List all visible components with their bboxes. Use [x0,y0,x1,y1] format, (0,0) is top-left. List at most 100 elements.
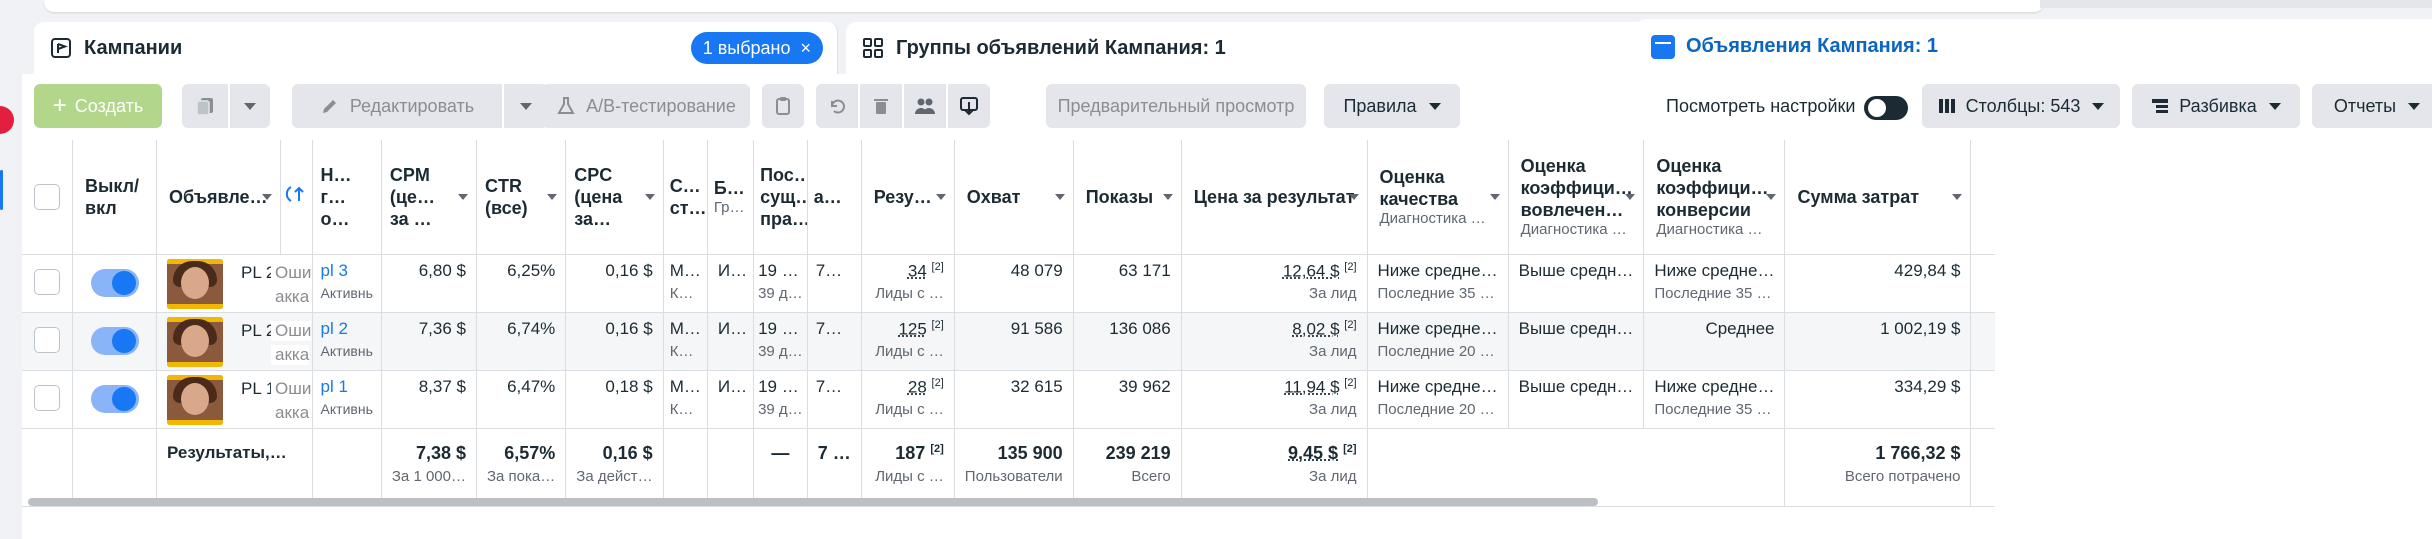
col-onoff[interactable]: Выкл/ вкл [72,140,157,255]
sort-icon[interactable] [285,183,307,205]
row-ad-cell[interactable]: PL 2 Оши акка [156,312,313,371]
ad-thumbnail[interactable] [167,374,223,425]
col-results[interactable]: Резу… [861,140,955,255]
row-cost: 11,94 $ [2] За лид [1181,370,1368,429]
row-last-value: 19 … [758,376,799,396]
row-results: 28 [2] Лиды с … [861,370,955,429]
col-cpc[interactable]: CPC (цена за… [565,140,664,255]
tab-ads-label: Объявления Кампания: 1 [1686,35,1939,57]
col-conversion-label: Оценка коэффици… конверсии [1656,155,1769,220]
row-ad-cell[interactable]: PL 1 Оши акка [156,370,313,429]
col-quality[interactable]: Оценка качества Диагностика … [1367,140,1509,255]
row-ad-cell[interactable]: PL 2 Оши акка [156,254,313,313]
view-settings-label: Посмотреть настройки [1666,96,1856,116]
row-quality: Ниже средне… Последние 20 … [1367,312,1509,371]
breakdown-button[interactable]: Разбивка [2132,84,2300,128]
footnote-marker[interactable]: [2] [1344,261,1356,273]
col-cpm[interactable]: CPM (це… за … [381,140,477,255]
results-value[interactable]: 125 [898,319,926,338]
col-quality-label: Оценка качества [1379,166,1458,209]
col-impressions[interactable]: Показы [1073,140,1182,255]
footnote-marker[interactable]: [2] [930,443,943,455]
cost-value[interactable]: 11,94 $ [1284,377,1339,396]
reports-button[interactable]: Отчеты [2312,84,2432,128]
cost-value[interactable]: 8,02 $ [1292,319,1339,338]
abtest-button[interactable]: A/B-тестирование [542,84,750,128]
toggle-knob [1868,99,1886,117]
col-conversion-sub: Диагностика … [1656,220,1763,238]
rules-button[interactable]: Правила [1324,84,1460,128]
footnote-marker[interactable]: [2] [1344,377,1356,389]
audience-button[interactable] [904,84,946,128]
ad-toggle[interactable] [90,384,139,413]
results-value[interactable]: 28 [908,377,927,396]
col-ad[interactable]: Объявле… [156,140,281,255]
toggle-knob [111,270,136,295]
col-last[interactable]: Пос… сущ… пра… [753,140,808,255]
totals-ctr: 6,57% За пока… [476,428,567,507]
row-impressions: 63 171 [1073,254,1182,313]
totals-cpc: 0,16 $ За дейст… [565,428,664,507]
chevron-down-icon [1489,193,1500,200]
col-adset-name[interactable]: Н… г… о… [312,140,382,255]
duplicate-button[interactable] [182,84,228,128]
create-button[interactable]: + Создать [34,84,162,128]
export-button[interactable] [948,84,990,128]
table-row[interactable]: PL 1 Оши акка pl 1 Активнь 8,37 $ 6,47% 0… [22,370,1996,429]
tab-adsets[interactable]: Группы объявлений Кампания: 1 [846,22,1652,74]
horizontal-scrollbar[interactable] [28,498,1598,506]
undo-button[interactable] [816,84,858,128]
ad-toggle[interactable] [90,268,139,297]
edit-button[interactable]: Редактировать [292,84,502,128]
table-row[interactable]: PL 2 Оши акка pl 2 Активнь 7,36 $ 6,74% 0… [22,312,1996,371]
preview-button[interactable]: Предварительный просмотр [1046,84,1306,128]
delete-button[interactable] [860,84,902,128]
ad-toggle[interactable] [90,326,139,355]
close-icon[interactable]: × [800,38,811,59]
select-all-checkbox[interactable] [34,183,60,210]
footnote-marker[interactable]: [2] [932,261,944,273]
ad-thumbnail[interactable] [167,316,223,367]
col-conversion[interactable]: Оценка коэффици… конверсии Диагностика … [1643,140,1786,255]
results-value[interactable]: 34 [908,261,927,280]
col-ctr[interactable]: CTR (все) [476,140,567,255]
col-spent[interactable]: Сумма затрат [1784,140,1972,255]
col-reach[interactable]: Охват [954,140,1074,255]
tab-campaigns[interactable]: Кампании 1 выбрано × [34,22,838,74]
row-checkbox[interactable] [34,384,60,411]
table-header-row: Выкл/ вкл Объявле… Н… г… о… CPM (це… за … [22,140,1996,255]
table-row[interactable]: PL 2 Оши акка pl 3 Активнь 6,80 $ 6,25% 0… [22,254,1996,313]
reports-label: Отчеты [2333,95,2397,116]
row-last-sub: 39 д… [758,284,803,302]
col-engagement[interactable]: Оценка коэффици… вовлечен… Диагностика … [1508,140,1645,255]
footnote-marker[interactable]: [2] [932,319,944,331]
row-checkbox[interactable] [34,268,60,295]
col-spent-label: Сумма затрат [1797,186,1920,207]
duplicate-dropdown[interactable] [230,84,270,128]
ad-thumbnail[interactable] [167,258,223,309]
col-b[interactable]: Б… Гр… [707,140,755,255]
adset-link[interactable]: pl 2 [321,319,348,338]
clipboard-button[interactable] [762,84,804,128]
view-settings-toggle[interactable] [1864,96,1908,120]
col-c[interactable]: С… ст… [663,140,708,255]
col-ad-label: Объявле… [169,186,268,207]
selected-badge[interactable]: 1 выбрано × [690,32,823,64]
abtest-label: A/B-тестирование [586,95,736,116]
row-checkbox[interactable] [34,326,60,353]
cost-value[interactable]: 12,64 $ [1283,261,1340,280]
col-a[interactable]: а… [807,140,862,255]
adset-link[interactable]: pl 3 [321,261,348,280]
columns-button[interactable]: Столбцы: 543 [1922,84,2120,128]
footnote-marker[interactable]: [2] [1343,443,1356,455]
col-sort[interactable] [280,140,313,255]
col-cost-result[interactable]: Цена за результат [1181,140,1368,255]
adset-link[interactable]: pl 1 [321,377,348,396]
tab-ads[interactable]: Объявления Кампания: 1 [1636,19,2432,74]
toggle-knob [111,328,136,353]
footnote-marker[interactable]: [2] [1344,319,1356,331]
col-cpc-label: CPC (цена за… [574,164,623,229]
footnote-marker[interactable]: [2] [932,377,944,389]
col-cpm-label: CPM (це… за … [389,164,435,229]
notification-badge[interactable] [0,106,14,134]
